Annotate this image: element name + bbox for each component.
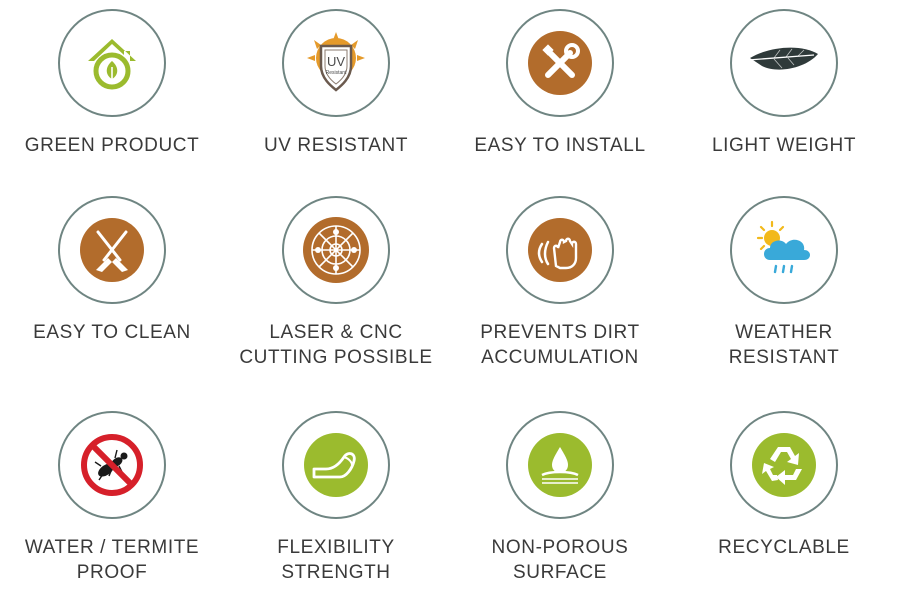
feature-flexibility-strength: FLEXIBILITY STRENGTH bbox=[224, 411, 448, 585]
weather-resistant-label: WEATHER RESISTANT bbox=[728, 322, 840, 368]
weather-resistant-badge bbox=[730, 196, 838, 304]
feature-easy-to-install: EASY TO INSTALL bbox=[448, 9, 672, 158]
laser-cnc-badge bbox=[282, 196, 390, 304]
wrench-screwdriver-icon bbox=[528, 31, 592, 95]
feature-green-product: GREEN PRODUCT bbox=[0, 9, 224, 158]
hand-wiping-icon bbox=[528, 218, 592, 282]
flexibility-strength-badge bbox=[282, 411, 390, 519]
feature-recyclable: RECYCLABLE bbox=[672, 411, 896, 560]
no-termite-icon bbox=[81, 434, 143, 496]
uv-resistant-label: UV RESISTANT bbox=[263, 135, 409, 156]
water-termite-proof-label: WATER / TERMITE PROOF bbox=[24, 537, 200, 583]
green-product-label: GREEN PRODUCT bbox=[24, 135, 200, 156]
feature-prevents-dirt: PREVENTS DIRT ACCUMULATION bbox=[448, 196, 672, 370]
feature-water-termite-proof: WATER / TERMITE PROOF bbox=[0, 411, 224, 585]
uv-shield-icon: UV Resistant bbox=[307, 32, 365, 92]
feather-icon bbox=[747, 47, 818, 70]
recycle-icon bbox=[752, 433, 816, 497]
prevents-dirt-label: PREVENTS DIRT ACCUMULATION bbox=[480, 322, 640, 368]
ornamental-pattern-icon bbox=[303, 217, 369, 283]
svg-text:Resistant: Resistant bbox=[326, 70, 347, 76]
feature-easy-to-clean: EASY TO CLEAN bbox=[0, 196, 224, 345]
water-termite-proof-badge bbox=[58, 411, 166, 519]
water-drop-surface-icon bbox=[528, 433, 592, 497]
broom-icon bbox=[80, 218, 144, 282]
non-porous-surface-label: NON-POROUS SURFACE bbox=[491, 537, 629, 583]
light-weight-label: LIGHT WEIGHT bbox=[711, 135, 857, 156]
recyclable-badge bbox=[730, 411, 838, 519]
feature-laser-cnc: LASER & CNC CUTTING POSSIBLE bbox=[224, 196, 448, 370]
feature-non-porous-surface: NON-POROUS SURFACE bbox=[448, 411, 672, 585]
feature-uv-resistant: UV Resistant UV RESISTANT bbox=[224, 9, 448, 158]
easy-to-install-badge bbox=[506, 9, 614, 117]
sun-cloud-rain-icon bbox=[756, 220, 810, 274]
flexibility-strength-label: FLEXIBILITY STRENGTH bbox=[277, 537, 395, 583]
green-home-leaf-icon bbox=[88, 39, 136, 90]
easy-to-install-label: EASY TO INSTALL bbox=[474, 135, 646, 156]
light-weight-badge bbox=[730, 9, 838, 117]
easy-to-clean-label: EASY TO CLEAN bbox=[33, 322, 191, 343]
feature-light-weight: LIGHT WEIGHT bbox=[672, 9, 896, 158]
easy-to-clean-badge bbox=[58, 196, 166, 304]
green-product-badge bbox=[58, 9, 166, 117]
prevents-dirt-badge bbox=[506, 196, 614, 304]
feature-weather-resistant: WEATHER RESISTANT bbox=[672, 196, 896, 370]
non-porous-surface-badge bbox=[506, 411, 614, 519]
laser-cnc-label: LASER & CNC CUTTING POSSIBLE bbox=[239, 322, 433, 368]
flexible-sheet-icon bbox=[304, 433, 368, 497]
uv-resistant-badge: UV Resistant bbox=[282, 9, 390, 117]
svg-text:UV: UV bbox=[327, 54, 345, 69]
recyclable-label: RECYCLABLE bbox=[718, 537, 850, 558]
